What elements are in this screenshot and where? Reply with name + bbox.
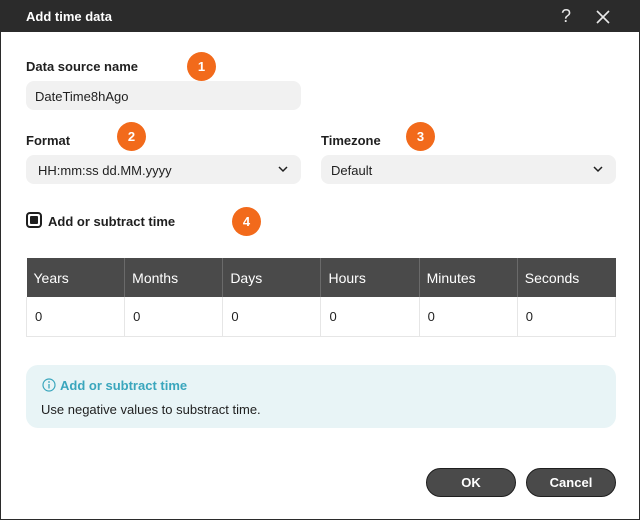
time-offset-table: Years Months Days Hours Minutes Seconds … [25, 258, 617, 337]
chevron-down-icon [278, 166, 288, 173]
seconds-input[interactable]: 0 [516, 297, 617, 337]
data-source-name-input[interactable]: DateTime8hAgo [26, 81, 301, 110]
info-panel: Add or subtract time Use negative values… [26, 365, 616, 428]
column-header-days: Days [222, 258, 321, 297]
checkbox-checked-mark [30, 216, 38, 224]
timezone-select[interactable]: Default [321, 155, 616, 184]
format-select[interactable]: HH:mm:ss dd.MM.yyyy [26, 155, 301, 184]
info-text: Use negative values to substract time. [41, 402, 261, 417]
days-input[interactable]: 0 [222, 297, 322, 337]
add-subtract-checkbox[interactable] [26, 212, 42, 228]
data-source-name-value: DateTime8hAgo [35, 89, 129, 104]
timezone-label: Timezone [321, 133, 381, 148]
step-badge-3: 3 [406, 122, 435, 151]
info-title: Add or subtract time [60, 378, 188, 393]
format-label: Format [26, 133, 71, 148]
add-time-data-dialog: Add time data ? Data source name DateTim… [0, 0, 640, 520]
step-badge-2: 2 [117, 122, 146, 151]
help-icon[interactable]: ? [556, 5, 576, 27]
ok-button[interactable]: OK [426, 468, 516, 497]
step-badge-1: 1 [187, 52, 216, 81]
format-value: HH:mm:ss dd.MM.yyyy [38, 163, 172, 178]
chevron-down-icon [593, 166, 603, 173]
hours-input[interactable]: 0 [320, 297, 420, 337]
close-icon[interactable] [593, 7, 613, 27]
months-input[interactable]: 0 [124, 297, 224, 337]
table-header-row: Years Months Days Hours Minutes Seconds [26, 258, 616, 297]
info-icon [42, 378, 56, 392]
step-badge-4: 4 [232, 207, 261, 236]
data-source-name-label: Data source name [26, 59, 138, 74]
add-subtract-label: Add or subtract time [48, 214, 176, 229]
column-header-months: Months [124, 258, 223, 297]
column-header-hours: Hours [320, 258, 420, 297]
table-row: 0 0 0 0 0 0 [25, 297, 617, 337]
column-header-years: Years [26, 258, 125, 297]
title-bar: Add time data ? [1, 1, 639, 32]
column-header-seconds: Seconds [516, 258, 616, 297]
minutes-input[interactable]: 0 [418, 297, 518, 337]
cancel-button[interactable]: Cancel [526, 468, 616, 497]
column-header-minutes: Minutes [418, 258, 518, 297]
timezone-value: Default [331, 163, 373, 178]
years-input[interactable]: 0 [25, 297, 126, 337]
dialog-title: Add time data [26, 9, 112, 24]
